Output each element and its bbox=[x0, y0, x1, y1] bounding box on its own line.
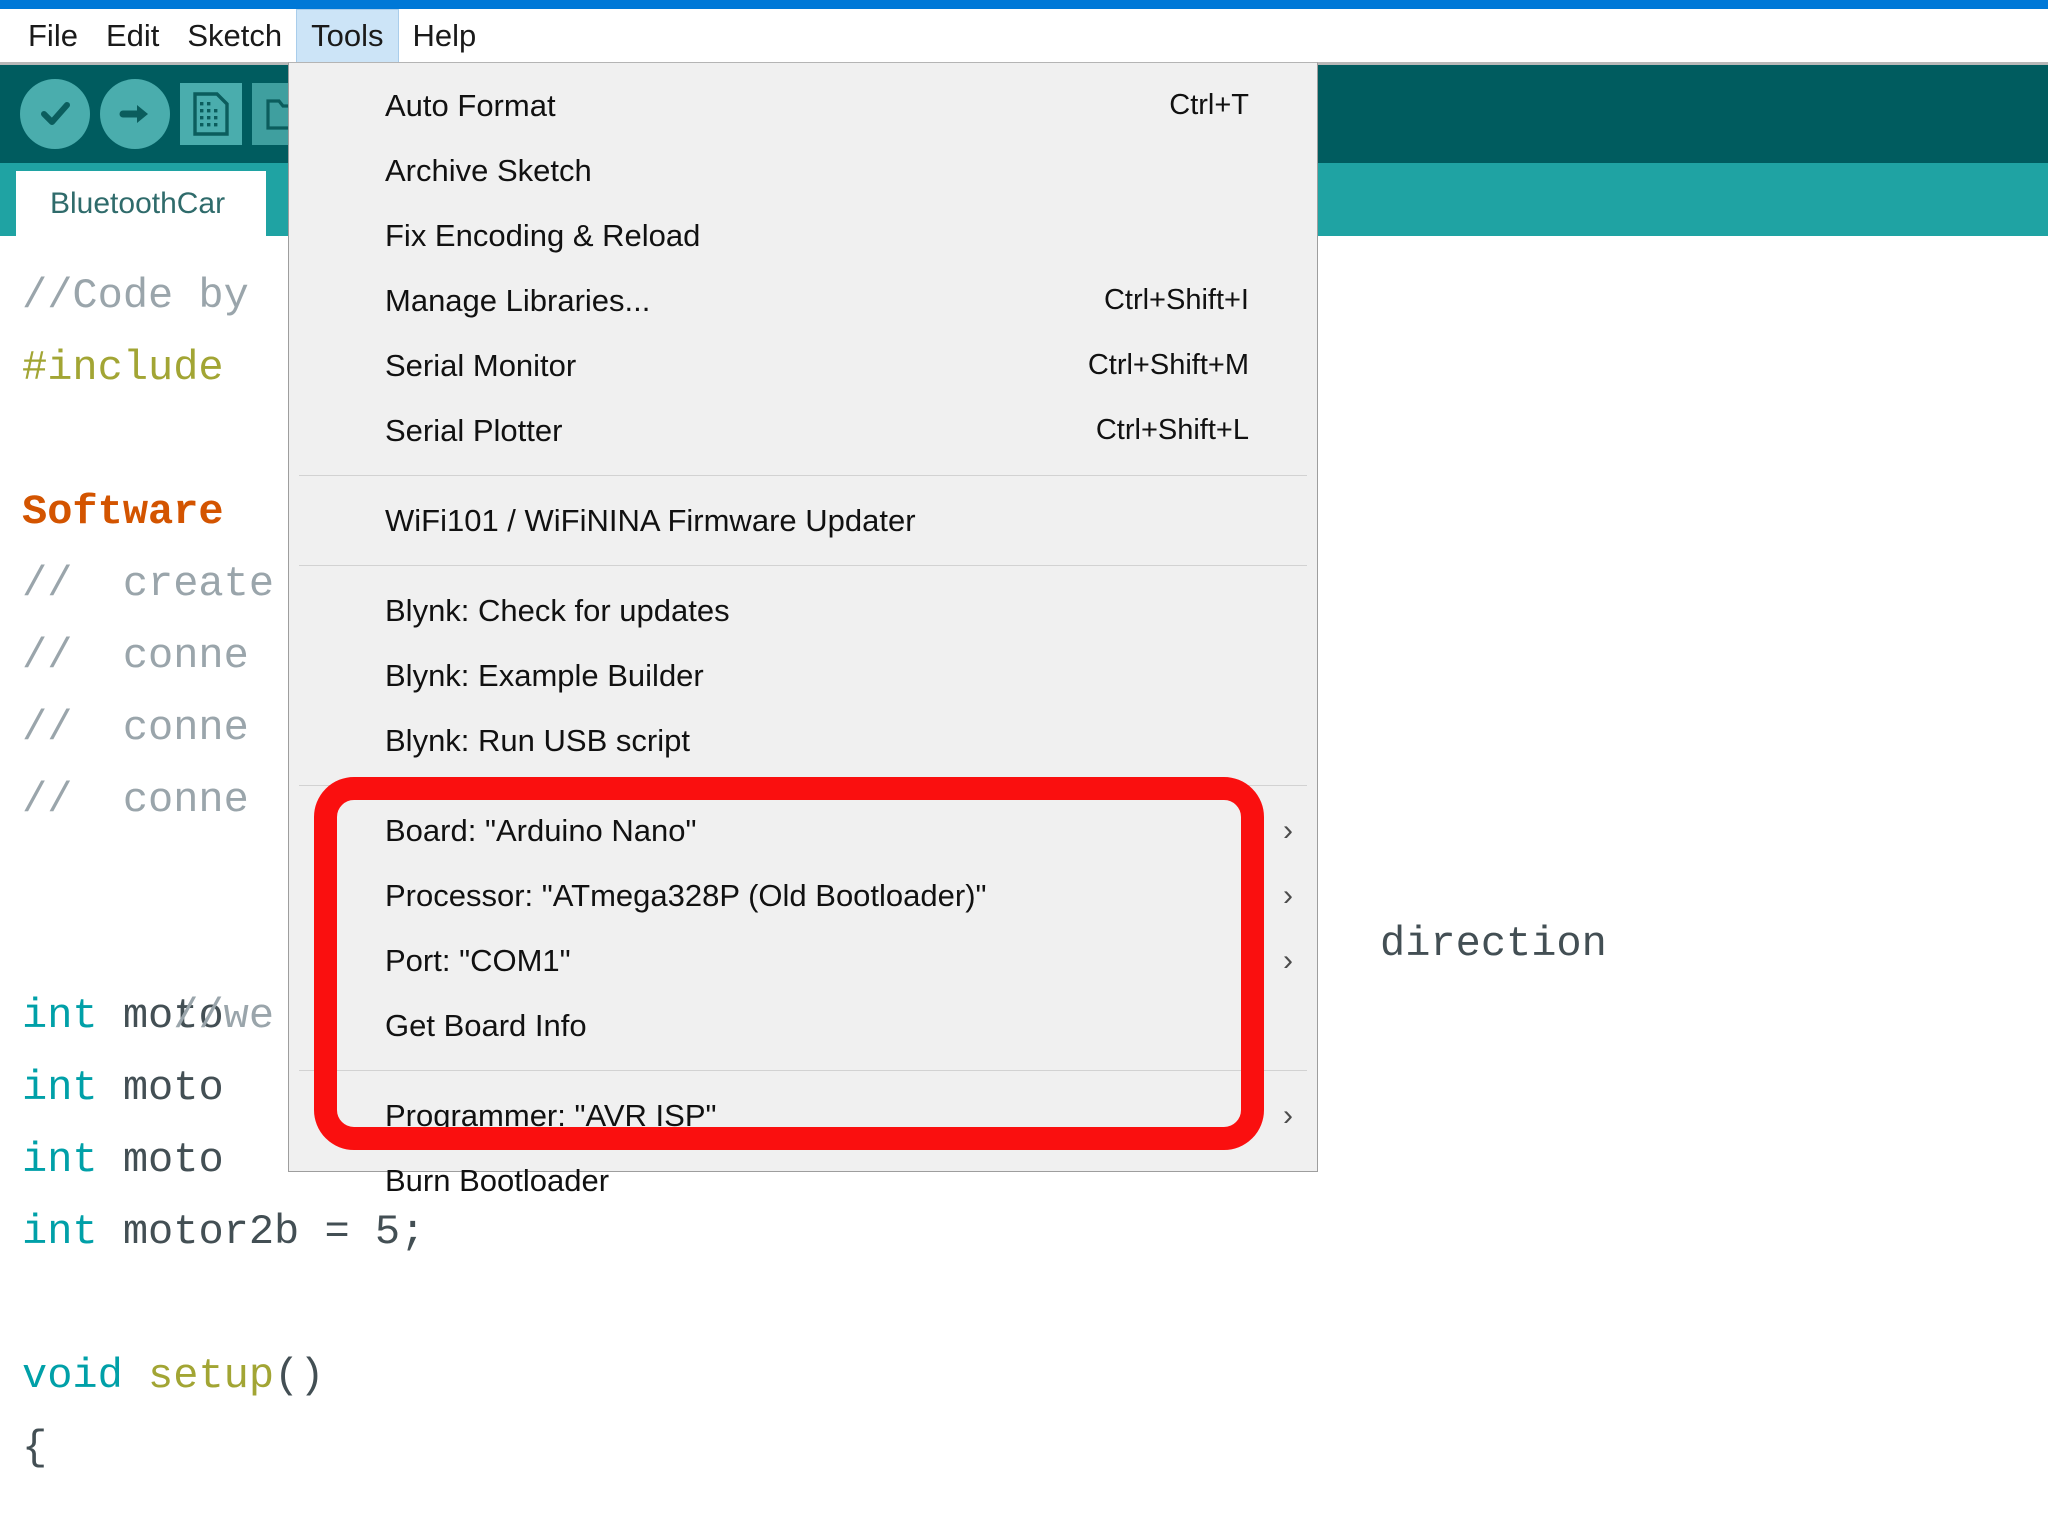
chevron-right-icon: › bbox=[1283, 946, 1293, 976]
menu-item-port[interactable]: Port: "COM1" › bbox=[289, 928, 1317, 993]
checkmark-icon bbox=[35, 94, 75, 134]
menu-item-shortcut: Ctrl+T bbox=[1169, 89, 1249, 122]
code-token: int bbox=[22, 1208, 98, 1256]
chevron-right-icon: › bbox=[1283, 881, 1293, 911]
upload-button[interactable] bbox=[100, 79, 170, 149]
window-accent-strip bbox=[0, 0, 2048, 9]
menu-item-manage-libraries[interactable]: Manage Libraries... Ctrl+Shift+I bbox=[289, 268, 1317, 333]
code-token-direction: direction bbox=[1380, 908, 1607, 980]
menu-item-label: Blynk: Run USB script bbox=[385, 723, 690, 759]
menu-item-get-board-info[interactable]: Get Board Info bbox=[289, 993, 1317, 1058]
menu-item-label: Archive Sketch bbox=[385, 153, 592, 189]
verify-button[interactable] bbox=[20, 79, 90, 149]
code-token: () bbox=[274, 1352, 324, 1400]
menubar-item-edit[interactable]: Edit bbox=[92, 9, 173, 62]
menu-item-serial-monitor[interactable]: Serial Monitor Ctrl+Shift+M bbox=[289, 333, 1317, 398]
menu-item-archive-sketch[interactable]: Archive Sketch bbox=[289, 138, 1317, 203]
menu-item-board[interactable]: Board: "Arduino Nano" › bbox=[289, 798, 1317, 863]
menu-item-label: Auto Format bbox=[385, 88, 556, 124]
code-token: // conne bbox=[22, 632, 249, 680]
sketch-tab-bluetoothcar[interactable]: BluetoothCar bbox=[16, 171, 266, 236]
menu-item-label: Get Board Info bbox=[385, 1008, 587, 1044]
chevron-right-icon: › bbox=[1283, 1101, 1293, 1131]
menu-item-blynk-run-usb-script[interactable]: Blynk: Run USB script bbox=[289, 708, 1317, 773]
menu-item-shortcut: Ctrl+Shift+L bbox=[1096, 414, 1249, 447]
menu-item-fix-encoding-reload[interactable]: Fix Encoding & Reload bbox=[289, 203, 1317, 268]
menu-item-label: Serial Monitor bbox=[385, 348, 576, 384]
menu-item-label: Blynk: Example Builder bbox=[385, 658, 704, 694]
arrow-right-icon bbox=[115, 94, 155, 134]
code-token: setup bbox=[148, 1352, 274, 1400]
menu-bar: File Edit Sketch Tools Help bbox=[0, 9, 2048, 62]
tools-dropdown-menu: Auto Format Ctrl+T Archive Sketch Fix En… bbox=[288, 62, 1318, 1172]
menu-item-label: Programmer: "AVR ISP" bbox=[385, 1098, 717, 1134]
menubar-label-edit: Edit bbox=[106, 18, 159, 54]
menubar-item-help[interactable]: Help bbox=[399, 9, 491, 62]
menu-item-auto-format[interactable]: Auto Format Ctrl+T bbox=[289, 73, 1317, 138]
menu-item-burn-bootloader[interactable]: Burn Bootloader bbox=[289, 1148, 1317, 1213]
menu-item-shortcut: Ctrl+Shift+I bbox=[1104, 284, 1249, 317]
menu-item-label: WiFi101 / WiFiNINA Firmware Updater bbox=[385, 503, 916, 539]
code-line: { bbox=[0, 1412, 2048, 1484]
menubar-item-tools[interactable]: Tools bbox=[296, 9, 398, 62]
menubar-item-file[interactable]: File bbox=[14, 9, 92, 62]
menubar-label-file: File bbox=[28, 18, 78, 54]
code-token: // conne bbox=[22, 704, 249, 752]
menu-item-blynk-check-updates[interactable]: Blynk: Check for updates bbox=[289, 578, 1317, 643]
new-sketch-button[interactable] bbox=[180, 83, 242, 145]
menu-item-label: Blynk: Check for updates bbox=[385, 593, 730, 629]
menu-item-serial-plotter[interactable]: Serial Plotter Ctrl+Shift+L bbox=[289, 398, 1317, 463]
code-line: void setup() bbox=[0, 1340, 2048, 1412]
chevron-right-icon: › bbox=[1283, 816, 1293, 846]
menubar-label-sketch: Sketch bbox=[187, 18, 282, 54]
new-document-icon bbox=[190, 91, 232, 137]
menu-item-label: Fix Encoding & Reload bbox=[385, 218, 700, 254]
menu-separator bbox=[299, 785, 1307, 786]
menu-item-blynk-example-builder[interactable]: Blynk: Example Builder bbox=[289, 643, 1317, 708]
menubar-label-help: Help bbox=[413, 18, 477, 54]
sketch-tab-label: BluetoothCar bbox=[50, 187, 225, 221]
menu-separator bbox=[299, 1070, 1307, 1071]
code-token: Software bbox=[22, 488, 224, 536]
code-token bbox=[123, 1352, 148, 1400]
menu-item-wifi-firmware-updater[interactable]: WiFi101 / WiFiNINA Firmware Updater bbox=[289, 488, 1317, 553]
menu-separator bbox=[299, 475, 1307, 476]
menu-item-processor[interactable]: Processor: "ATmega328P (Old Bootloader)"… bbox=[289, 863, 1317, 928]
menu-item-label: Board: "Arduino Nano" bbox=[385, 813, 697, 849]
code-token: // create bbox=[22, 560, 274, 608]
code-token: //Code by bbox=[22, 272, 249, 320]
menu-item-label: Serial Plotter bbox=[385, 413, 562, 449]
arduino-ide-window: File Edit Sketch Tools Help bbox=[0, 0, 2048, 1536]
menu-item-label: Port: "COM1" bbox=[385, 943, 571, 979]
menu-item-label: Manage Libraries... bbox=[385, 283, 650, 319]
menu-separator bbox=[299, 565, 1307, 566]
menu-item-label: Burn Bootloader bbox=[385, 1163, 609, 1199]
code-token: void bbox=[22, 1352, 123, 1400]
menu-item-programmer[interactable]: Programmer: "AVR ISP" › bbox=[289, 1083, 1317, 1148]
code-line bbox=[0, 1268, 2048, 1340]
menubar-item-sketch[interactable]: Sketch bbox=[173, 9, 296, 62]
code-token: // conne bbox=[22, 776, 249, 824]
code-token: motor2b = 5; bbox=[98, 1208, 426, 1256]
menu-item-shortcut: Ctrl+Shift+M bbox=[1088, 349, 1249, 382]
code-token: { bbox=[22, 1424, 47, 1472]
menu-item-label: Processor: "ATmega328P (Old Bootloader)" bbox=[385, 878, 987, 914]
code-token: #include bbox=[22, 344, 224, 392]
menubar-label-tools: Tools bbox=[311, 18, 383, 54]
